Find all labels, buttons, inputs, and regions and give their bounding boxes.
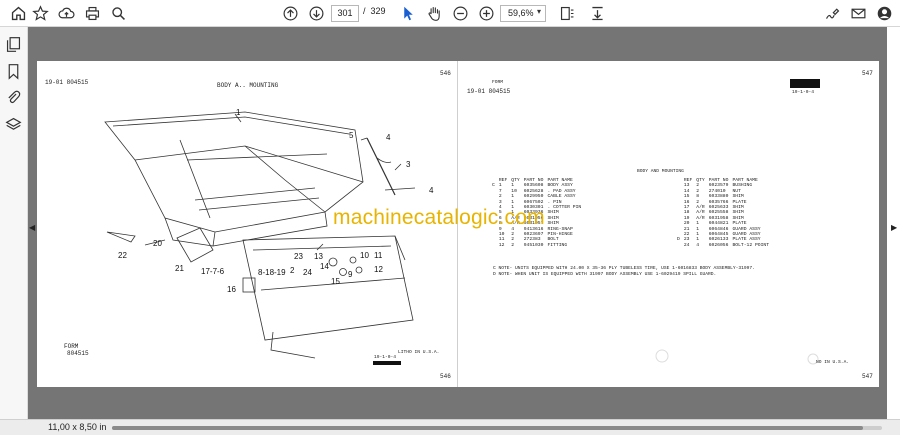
- parts-table-right: REF QTY PART NO PART NAME 13 2 6023579 BUSH…: [675, 178, 771, 248]
- page-number-input[interactable]: 301: [331, 5, 359, 22]
- status-bar: 11,00 x 8,50 in: [0, 419, 900, 435]
- callout-11: 11: [374, 251, 383, 260]
- left-page-title: BODY A.. MOUNTING: [217, 82, 279, 89]
- zoom-in-icon[interactable]: [476, 4, 496, 23]
- body-mounting-drawing: [104, 111, 416, 359]
- callout-17-7-6: 17-7-6: [201, 267, 225, 276]
- left-page-header-id: 19-01 804515: [45, 79, 89, 86]
- right-page-header-id: 19-01 804515: [467, 88, 511, 95]
- table-cell: [490, 243, 497, 248]
- callout-1: 1: [236, 108, 241, 117]
- callout-20: 20: [153, 239, 162, 248]
- table-cell: FITTING: [547, 242, 568, 248]
- callout-14: 14: [320, 262, 329, 271]
- hand-icon[interactable]: [424, 4, 444, 23]
- side-panel: [0, 27, 28, 419]
- callout-5: 5: [349, 131, 354, 140]
- table-cell: 4: [696, 242, 700, 248]
- callout-9: 9: [348, 270, 353, 279]
- table-cell: 9451030: [523, 242, 544, 248]
- mail-icon[interactable]: [848, 4, 868, 23]
- callout-24: 24: [303, 268, 312, 277]
- bookmark-star-icon[interactable]: [30, 4, 50, 23]
- callout-10: 10: [360, 251, 369, 260]
- table-cell: 24: [683, 242, 690, 248]
- callout-13: 13: [314, 252, 323, 261]
- page-size-label: 11,00 x 8,50 in: [48, 422, 107, 432]
- next-page-arrow-icon[interactable]: ▶: [891, 223, 897, 232]
- page-count: / 329: [363, 6, 386, 16]
- callout-4-top: 4: [386, 133, 391, 142]
- right-header-redaction: [790, 79, 820, 88]
- cursor-arrow-icon[interactable]: [398, 4, 418, 23]
- table-cell: 2: [511, 242, 515, 248]
- callout-8-18-19: 8-18-19: [258, 268, 286, 277]
- print-icon[interactable]: [82, 4, 102, 23]
- layers-icon[interactable]: [5, 116, 22, 133]
- toolbar: 301 / 329 59,6% ▾: [0, 0, 900, 27]
- left-footer-ref: 19-1-0-4: [374, 355, 397, 360]
- callout-22: 22: [118, 251, 127, 260]
- previous-page-arrow-icon[interactable]: ◀: [29, 223, 35, 232]
- right-footer-litho: NO IN U.S.A.: [816, 360, 850, 365]
- right-header-ref: 19-1-0-4: [792, 90, 815, 95]
- scan-artifact-circle: [655, 349, 669, 363]
- right-page-number: 547: [862, 70, 873, 77]
- table-cell: BOLT-12 POINT: [732, 242, 770, 248]
- parts-section-title: BODY AND MOUNTING: [637, 169, 684, 174]
- fit-page-icon[interactable]: [557, 4, 577, 23]
- table-cell: 6044821: [708, 221, 729, 227]
- copy-pages-icon[interactable]: [5, 36, 22, 53]
- callout-3: 3: [406, 160, 411, 169]
- left-footer-litho: LITHO IN U.S.A.: [398, 350, 440, 355]
- table-cell: 6033880: [708, 194, 729, 200]
- chevron-down-icon[interactable]: ▾: [537, 7, 541, 16]
- left-footer-redaction: [373, 361, 401, 365]
- table-cell: [675, 243, 682, 248]
- right-form-label: FORM: [492, 80, 504, 85]
- home-icon[interactable]: [8, 4, 28, 23]
- scroll-mode-icon[interactable]: [587, 4, 607, 23]
- callout-23: 23: [294, 252, 303, 261]
- table-cell: 6026056: [708, 242, 729, 248]
- left-footer-form: FORM: [64, 343, 79, 350]
- callout-2: 2: [290, 266, 295, 275]
- callout-21: 21: [175, 264, 184, 273]
- account-icon[interactable]: [874, 4, 894, 23]
- watermark-text: machinecatalogic.com: [333, 206, 545, 229]
- table-cell: 12: [498, 242, 505, 248]
- zoom-search-icon[interactable]: [108, 4, 128, 23]
- bookmark-icon[interactable]: [5, 63, 22, 80]
- zoom-out-icon[interactable]: [450, 4, 470, 23]
- note-c: C NOTE- UNITS EQUIPPED WITH 24.00 X 35-3…: [493, 266, 755, 271]
- left-footer-code: 804515: [67, 350, 89, 357]
- callout-15: 15: [331, 277, 340, 286]
- callout-16: 16: [227, 285, 236, 294]
- left-page-number: 546: [440, 70, 451, 77]
- horizontal-scrollbar[interactable]: [112, 426, 882, 430]
- callout-4-right: 4: [429, 186, 434, 195]
- sign-icon[interactable]: [822, 4, 842, 23]
- table-row: 24 4 6026056 BOLT-12 POINT: [675, 243, 771, 248]
- callout-12: 12: [374, 265, 383, 274]
- scrollbar-thumb[interactable]: [112, 426, 863, 430]
- page-up-icon[interactable]: [280, 4, 300, 23]
- table-row: 12 2 9451030 FITTING: [490, 243, 583, 248]
- page-down-icon[interactable]: [306, 4, 326, 23]
- left-footer-page: 546: [440, 373, 451, 380]
- upload-cloud-icon[interactable]: [56, 4, 76, 23]
- note-d: D NOTE- WHEN UNIT IS EQUIPPED WITH 31997…: [493, 272, 717, 277]
- table-cell: 6029950: [523, 194, 544, 200]
- attachment-icon[interactable]: [5, 89, 22, 106]
- right-footer-page: 547: [862, 373, 873, 380]
